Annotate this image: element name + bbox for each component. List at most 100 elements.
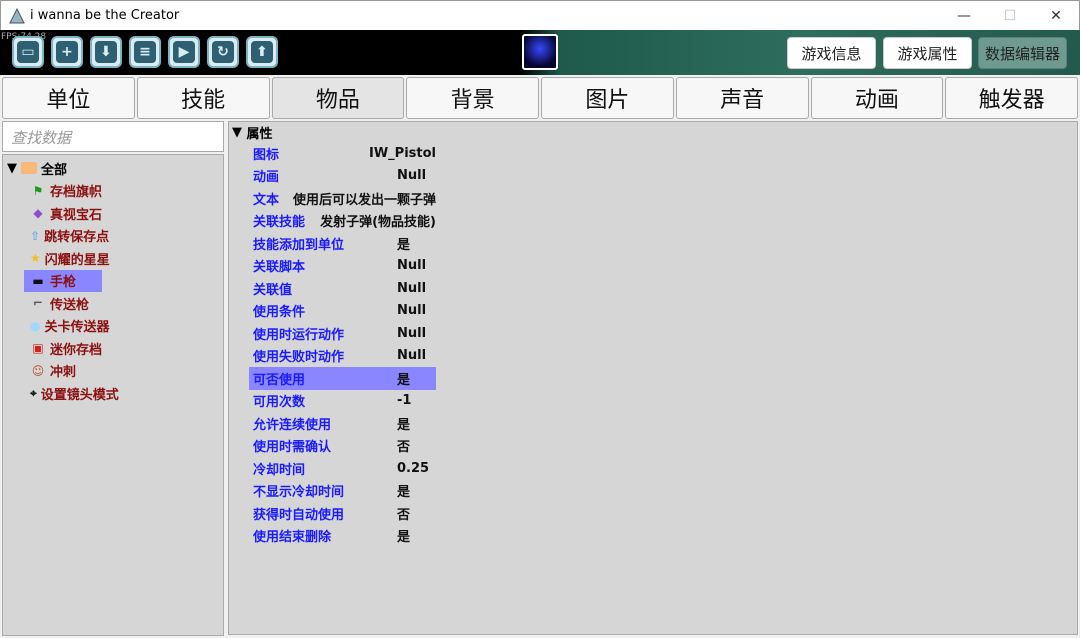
tree-item-label: 传送枪 [50, 297, 90, 313]
property-row[interactable]: 使用条件 Null [249, 300, 436, 323]
play-icon: ▶ [173, 41, 195, 63]
tree-item[interactable]: ▬ 手枪 [24, 269, 102, 292]
properties-section-header[interactable]: ▼ 属性 [229, 122, 1077, 142]
tree-item[interactable]: ◆ 真视宝石 [24, 202, 102, 225]
property-value[interactable]: Null [397, 281, 426, 296]
minimize-button[interactable]: — [941, 1, 987, 31]
property-row[interactable]: 关联值 Null [249, 277, 436, 300]
property-key: 可否使用 [253, 372, 306, 388]
pistol-icon: ▬ [32, 273, 44, 288]
tab-0[interactable]: 单位 [2, 77, 135, 119]
tab-6[interactable]: 动画 [810, 77, 944, 119]
tree-item[interactable]: ★ 闪耀的星星 [24, 247, 110, 270]
folder-icon: ▭ [17, 41, 39, 63]
property-value[interactable]: 0.25 [397, 461, 429, 476]
tab-5[interactable]: 声音 [675, 77, 809, 119]
property-value[interactable]: Null [397, 326, 426, 341]
orb-icon: ● [30, 318, 41, 333]
property-key: 图标 [253, 147, 280, 163]
property-row[interactable]: 不显示冷却时间 是 [249, 480, 436, 503]
gem-icon: ◆ [33, 206, 43, 221]
tab-3[interactable]: 背景 [406, 77, 539, 119]
property-row[interactable]: 文本 使用后可以发出一颗子弹 [249, 187, 436, 210]
tree-item[interactable]: ● 关卡传送器 [24, 315, 110, 338]
property-row[interactable]: 允许连续使用 是 [249, 412, 436, 435]
data-tree-panel: 查找数据 ▼ 全部 ⚑ 存档旗帜 ◆ 真视宝石 ⇧ 跳转保存点 ★ 闪耀的星星 ▬ 手枪 ⌐ 传送枪 ●… [2, 121, 225, 636]
property-value[interactable]: 是 [397, 234, 410, 253]
dash-icon: ☺ [31, 363, 45, 378]
tree-item[interactable]: ☺ 冲刺 [24, 360, 102, 383]
property-row[interactable]: 使用失败时动作 Null [249, 345, 436, 368]
property-row[interactable]: 使用时运行动作 Null [249, 322, 436, 345]
property-row[interactable]: 关联脚本 Null [249, 255, 436, 278]
data-tree: ▼ 全部 ⚑ 存档旗帜 ◆ 真视宝石 ⇧ 跳转保存点 ★ 闪耀的星星 ▬ 手枪 ⌐ 传送枪 ● 关卡传送器… [2, 154, 224, 636]
collapse-arrow-icon[interactable]: ▼ [7, 161, 17, 176]
property-value[interactable]: 否 [397, 436, 410, 455]
tab-1[interactable]: 技能 [136, 77, 270, 119]
game-info-button[interactable]: 游戏信息 [787, 37, 876, 69]
property-key: 可用次数 [253, 395, 306, 411]
tree-root-label: 全部 [41, 162, 68, 178]
tree-item-label: 跳转保存点 [44, 230, 110, 246]
maximize-button[interactable]: ☐ [987, 1, 1033, 31]
property-value[interactable]: 是 [397, 414, 410, 433]
property-row[interactable]: 获得时自动使用 否 [249, 502, 436, 525]
property-row[interactable]: 技能添加到单位 是 [249, 232, 436, 255]
save-button[interactable]: ≡ [129, 36, 161, 68]
property-row[interactable]: 使用时需确认 否 [249, 435, 436, 458]
search-input[interactable]: 查找数据 [2, 121, 224, 152]
tab-7[interactable]: 触发器 [945, 77, 1078, 119]
property-row[interactable]: 可用次数 -1 [249, 390, 436, 413]
property-row[interactable]: 动画 Null [249, 165, 436, 188]
collapse-arrow-icon: ▼ [232, 124, 247, 140]
property-key: 关联值 [253, 282, 293, 298]
property-value[interactable]: 是 [397, 526, 410, 545]
tree-item[interactable]: ⚑ 存档旗帜 [24, 180, 102, 203]
tree-item[interactable]: ⇧ 跳转保存点 [24, 225, 109, 248]
property-row[interactable]: 关联技能 发射子弹(物品技能) [249, 210, 436, 233]
tree-item[interactable]: ▣ 迷你存档 [24, 337, 102, 360]
property-key: 使用条件 [253, 305, 306, 321]
close-button[interactable]: ✕ [1033, 1, 1079, 31]
folder-icon [21, 162, 37, 175]
property-value[interactable]: 是 [397, 481, 410, 500]
property-value[interactable]: -1 [397, 393, 411, 408]
tree-item[interactable]: ⌖ 设置镜头模式 [24, 382, 119, 405]
play-button[interactable]: ▶ [168, 36, 200, 68]
tree-item-label: 迷你存档 [49, 342, 102, 358]
data-editor-button[interactable]: 数据编辑器 [978, 37, 1067, 69]
property-value[interactable]: Null [397, 168, 426, 183]
tab-4[interactable]: 图片 [541, 77, 674, 119]
game-properties-button[interactable]: 游戏属性 [883, 37, 972, 69]
game-preview-thumbnail[interactable] [522, 34, 558, 70]
property-key: 关联脚本 [253, 260, 306, 276]
property-key: 技能添加到单位 [253, 237, 345, 253]
property-value[interactable]: 使用后可以发出一颗子弹 [293, 189, 436, 208]
property-key: 文本 [253, 192, 280, 208]
property-value[interactable]: IW_Pistol [369, 146, 436, 161]
tab-2[interactable]: 物品 [271, 77, 405, 119]
folder-button[interactable]: ▭ [12, 36, 44, 68]
property-value[interactable]: Null [397, 348, 426, 363]
tree-item-label: 关卡传送器 [44, 320, 110, 336]
tree-item[interactable]: ⌐ 传送枪 [24, 292, 102, 315]
property-value[interactable]: Null [397, 303, 426, 318]
property-row[interactable]: 冷却时间 0.25 [249, 457, 436, 480]
arrow-up-icon: ⇧ [30, 228, 41, 243]
new-file-button[interactable]: + [51, 36, 83, 68]
upload-button[interactable]: ⬆ [246, 36, 278, 68]
refresh-button[interactable]: ↻ [207, 36, 239, 68]
property-row[interactable]: 可否使用 是 [249, 367, 436, 390]
property-value[interactable]: 否 [397, 504, 410, 523]
property-row[interactable]: 图标 IW_Pistol [249, 142, 436, 165]
tree-item-label: 设置镜头模式 [40, 387, 119, 403]
property-value[interactable]: Null [397, 258, 426, 273]
star-icon: ★ [30, 251, 41, 266]
property-value[interactable]: 是 [397, 369, 410, 388]
tree-root[interactable]: ▼ 全部 [3, 157, 223, 180]
download-button[interactable]: ⬇ [90, 36, 122, 68]
property-row[interactable]: 使用结束删除 是 [249, 525, 436, 548]
property-key: 冷却时间 [253, 462, 306, 478]
tree-item-label: 手枪 [50, 275, 77, 291]
property-value[interactable]: 发射子弹(物品技能) [320, 211, 436, 230]
